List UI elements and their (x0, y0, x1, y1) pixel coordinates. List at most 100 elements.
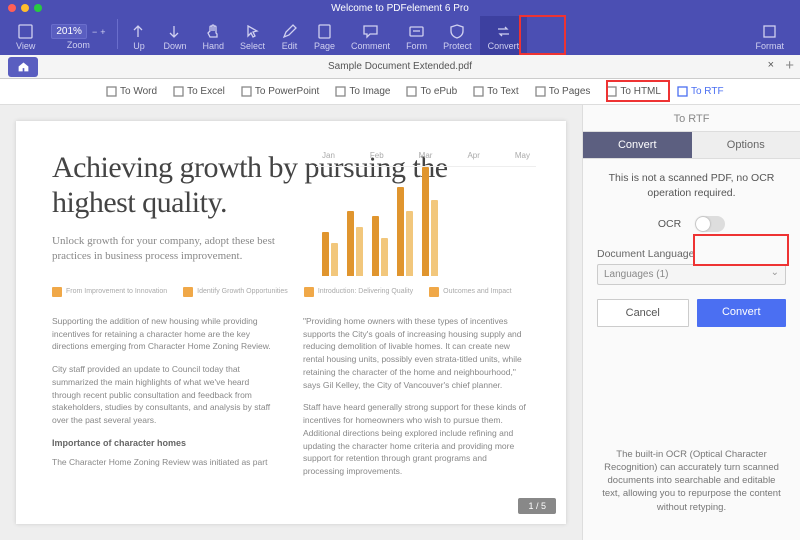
page-button[interactable]: Page (306, 16, 343, 55)
doc-icon (535, 86, 546, 97)
doc-icon (606, 86, 617, 97)
convert-icon (495, 23, 512, 40)
bar (331, 243, 338, 276)
to-word-button[interactable]: To Word (100, 84, 163, 99)
panel-body: This is not a scanned PDF, no OCR operat… (583, 159, 800, 540)
window-title: Welcome to PDFelement 6 Pro (331, 3, 469, 14)
document-tabbar: Sample Document Extended.pdf × + (0, 55, 800, 79)
bar (381, 238, 388, 276)
chart: JanFebMarAprMay (316, 151, 536, 291)
doc-icon (241, 86, 252, 97)
bar (322, 232, 329, 276)
ocr-toggle[interactable] (695, 216, 725, 232)
maximize-window-icon[interactable] (34, 4, 42, 12)
bar-group (372, 167, 388, 276)
bar (397, 187, 404, 276)
zoom-button[interactable]: 201% − + Zoom (43, 16, 113, 55)
to-image-button[interactable]: To Image (329, 84, 396, 99)
feature-icon (183, 287, 193, 297)
to-powerpoint-button[interactable]: To PowerPoint (235, 84, 325, 99)
close-window-icon[interactable] (8, 4, 16, 12)
tab-options[interactable]: Options (692, 132, 800, 159)
minimize-window-icon[interactable] (21, 4, 29, 12)
bar-group (422, 167, 438, 276)
doc-icon (106, 86, 117, 97)
ocr-label: OCR (658, 218, 681, 230)
doc-icon (677, 86, 688, 97)
convert-panel: To RTF Convert Options This is not a sca… (582, 105, 800, 540)
window-controls (0, 4, 42, 12)
bar (372, 216, 379, 276)
page-icon (316, 23, 333, 40)
bar (431, 200, 438, 276)
ocr-row: OCR (597, 216, 786, 232)
select-button[interactable]: Select (232, 16, 273, 55)
pencil-icon (281, 23, 298, 40)
doc-icon (473, 86, 484, 97)
doc-icon (173, 86, 184, 97)
up-button[interactable]: Up (122, 16, 155, 55)
to-text-button[interactable]: To Text (467, 84, 525, 99)
tab-close-icon[interactable]: × (768, 59, 774, 71)
view-button[interactable]: View (8, 16, 43, 55)
comment-icon (362, 23, 379, 40)
to-html-button[interactable]: To HTML (600, 84, 667, 99)
panel-convert-button[interactable]: Convert (697, 299, 787, 327)
main-toolbar: View 201% − + Zoom Up Down Hand Select E… (0, 16, 800, 55)
panel-footer-text: The built-in OCR (Optical Character Reco… (597, 448, 786, 528)
hand-button[interactable]: Hand (194, 16, 232, 55)
column-right: "Providing home owners with these types … (303, 315, 530, 488)
feature-item: Identify Growth Opportunities (183, 287, 288, 297)
zoom-value[interactable]: 201% (51, 24, 87, 39)
doc-lang-label: Document Language (597, 248, 786, 260)
page-indicator: 1 / 5 (518, 498, 556, 514)
down-button[interactable]: Down (155, 16, 194, 55)
to-epub-button[interactable]: To ePub (400, 84, 463, 99)
to-pages-button[interactable]: To Pages (529, 84, 597, 99)
doc-icon (335, 86, 346, 97)
edit-button[interactable]: Edit (273, 16, 306, 55)
arrow-up-icon (130, 23, 147, 40)
feature-icon (52, 287, 62, 297)
panel-buttons: Cancel Convert (597, 299, 786, 327)
view-icon (17, 23, 34, 40)
document-viewport[interactable]: Achieving growth by pursuing the highest… (0, 105, 582, 540)
doc-subtitle: Unlock growth for your company, adopt th… (52, 234, 281, 265)
tab-add-icon[interactable]: + (785, 57, 794, 74)
column-left: Supporting the addition of new housing w… (52, 315, 279, 488)
document-title: Sample Document Extended.pdf (328, 61, 472, 72)
convert-button[interactable]: Convert (480, 16, 528, 55)
to-rtf-button[interactable]: To RTF (671, 84, 730, 99)
protect-button[interactable]: Protect (435, 16, 480, 55)
home-icon (17, 60, 30, 73)
comment-button[interactable]: Comment (343, 16, 398, 55)
form-button[interactable]: Form (398, 16, 435, 55)
bar-group (322, 167, 338, 276)
format-icon (761, 23, 778, 40)
home-button[interactable] (8, 57, 38, 77)
cursor-icon (244, 23, 261, 40)
doc-lang-select[interactable]: Languages (1) (597, 264, 786, 285)
bar (406, 211, 413, 276)
bar (422, 167, 429, 276)
zoom-in-icon[interactable]: + (100, 27, 105, 37)
to-excel-button[interactable]: To Excel (167, 84, 231, 99)
tab-convert[interactable]: Convert (583, 132, 692, 159)
bar (347, 211, 354, 276)
panel-title: To RTF (583, 105, 800, 132)
convert-subtoolbar: To Word To Excel To PowerPoint To Image … (0, 79, 800, 105)
feature-icon (304, 287, 314, 297)
arrow-down-icon (166, 23, 183, 40)
feature-item: From Improvement to Innovation (52, 287, 167, 297)
zoom-out-icon[interactable]: − (92, 27, 97, 37)
bar-group (347, 167, 363, 276)
bar-group (397, 167, 413, 276)
cancel-button[interactable]: Cancel (597, 299, 689, 327)
workspace: Achieving growth by pursuing the highest… (0, 105, 800, 540)
format-button[interactable]: Format (747, 16, 792, 55)
shield-icon (449, 23, 466, 40)
bar (356, 227, 363, 276)
ocr-message: This is not a scanned PDF, no OCR operat… (597, 171, 786, 200)
panel-tabs: Convert Options (583, 132, 800, 159)
body-columns: Supporting the addition of new housing w… (52, 315, 530, 488)
